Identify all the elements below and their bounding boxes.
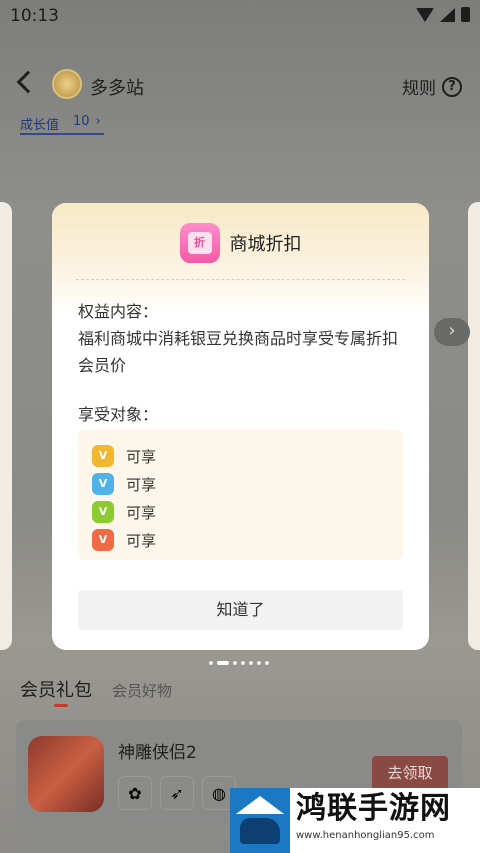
benefit-label: 权益内容： — [78, 302, 159, 321]
got-it-button[interactable]: 知道了 — [78, 590, 403, 630]
tab-member-gifts[interactable]: 会员礼包 — [20, 676, 92, 702]
carousel-dot — [241, 661, 245, 665]
audience-row: V 可享 — [92, 442, 403, 470]
page-title: 多多站 — [90, 78, 144, 99]
red-tier-icon: V — [92, 529, 114, 551]
audience-status: 可享 — [126, 475, 157, 494]
blue-tier-icon: V — [92, 473, 114, 495]
station-logo — [52, 69, 82, 99]
benefit-text: 福利商城中消耗银豆兑换商品时享受专属折扣会员价 — [78, 329, 399, 375]
growth-value: 10 — [73, 114, 90, 129]
carousel-dot-active — [217, 661, 229, 665]
previous-card-peek[interactable] — [0, 202, 12, 650]
card-title-row: 折 商城折扣 — [52, 223, 429, 263]
tab-bar: 会员礼包 会员好物 — [20, 676, 172, 702]
audience-list: V 可享 V 可享 V 可享 V 可享 — [78, 430, 403, 560]
growth-label: 成长值 — [20, 118, 60, 133]
card-title: 商城折扣 — [229, 234, 302, 255]
tab-indicator — [54, 704, 68, 707]
rules-button[interactable]: 规则 ? — [402, 74, 462, 99]
gift-items: ✿ ➶ ◍ — [118, 776, 236, 810]
watermark-url: www.henanhonglian95.com — [296, 830, 435, 841]
status-bar: 10:13 — [0, 0, 480, 32]
audience-label: 享受对象： — [78, 405, 159, 424]
battery-icon — [461, 7, 470, 22]
growth-value-link[interactable]: 成长值 10 › — [20, 114, 104, 135]
growth-underline — [20, 133, 104, 135]
carousel-indicator — [209, 661, 269, 665]
gift-bag-icon: ✿ — [118, 776, 152, 810]
audience-status: 可享 — [126, 531, 157, 550]
audience-status: 可享 — [126, 503, 157, 522]
tab-member-goods[interactable]: 会员好物 — [112, 680, 172, 701]
gift-item-icon: ➶ — [160, 776, 194, 810]
carousel-dot — [249, 661, 253, 665]
green-tier-icon: V — [92, 501, 114, 523]
top-nav: 多多站 规则 ? — [0, 66, 480, 106]
benefit-modal: 折 商城折扣 权益内容： 福利商城中消耗银豆兑换商品时享受专属折扣会员价 享受对… — [52, 203, 429, 650]
next-card-peek[interactable] — [468, 202, 480, 650]
next-arrow-icon[interactable]: › — [434, 318, 470, 346]
wifi-icon — [416, 7, 434, 22]
audience-row: V 可享 — [92, 498, 403, 526]
discount-icon: 折 — [179, 223, 220, 263]
rules-label: 规则 — [402, 79, 436, 99]
carousel-dot — [257, 661, 261, 665]
game-icon — [28, 736, 104, 812]
watermark: 鸿联手游网 www.henanhonglian95.com — [230, 788, 480, 853]
audience-status: 可享 — [126, 447, 157, 466]
status-icons — [416, 7, 470, 22]
dashed-divider — [76, 279, 405, 280]
chevron-right-icon: › — [95, 114, 101, 129]
watermark-logo-icon — [230, 788, 290, 853]
status-time: 10:13 — [10, 6, 59, 26]
discount-icon-glyph: 折 — [187, 232, 212, 254]
audience-row: V 可享 — [92, 526, 403, 554]
carousel-dot — [209, 661, 213, 665]
audience-row: V 可享 — [92, 470, 403, 498]
game-name: 神雕侠侣2 — [118, 743, 197, 763]
watermark-title: 鸿联手游网 — [296, 791, 451, 826]
carousel-dot — [233, 661, 237, 665]
carousel-dot — [265, 661, 269, 665]
help-icon: ? — [442, 76, 462, 97]
signal-icon — [440, 7, 455, 22]
claim-button[interactable]: 去领取 — [372, 756, 448, 790]
back-icon[interactable] — [16, 70, 40, 94]
gold-tier-icon: V — [92, 445, 114, 467]
